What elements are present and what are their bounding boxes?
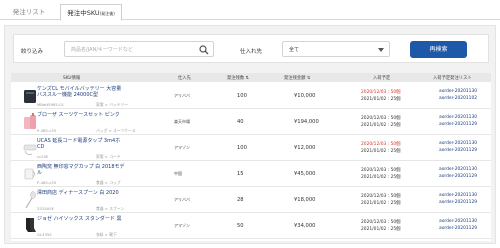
arrival-order-link-1[interactable]: aorder-20201130	[439, 219, 477, 224]
product-name-link[interactable]: UCAS 延長コード電源タップ 3m4ホCD	[37, 138, 127, 150]
arrival-date-2: 2021/01/02 : 25個	[361, 175, 401, 180]
arrival-order-link-1[interactable]: aorder-20201130	[439, 115, 477, 120]
product-code: cc25E	[37, 154, 49, 159]
arrival-order-link-1[interactable]: aorder-20201130	[439, 193, 477, 198]
arrival-date-1: 2020/12/03 : 50個	[361, 90, 401, 95]
remaining-amount-cell: ¥12,000	[294, 145, 316, 151]
arrival-order-link-1[interactable]: aorder-20201130	[439, 167, 477, 172]
sku-table: SKU情報 仕入先 発注残数 ⇅ 発注残金額 ⇅ 入荷予定 入荷予定発注リスト …	[11, 73, 491, 241]
search-input[interactable]: 商品名/JAN/キーワードなど	[64, 41, 214, 57]
product-thumbnail	[23, 138, 37, 158]
header-supplier[interactable]: 仕入先	[178, 75, 191, 81]
supplier-label: 仕入れ先	[240, 49, 263, 55]
product-category: 食器 > コップ	[96, 180, 121, 185]
arrival-date-2: 2021/01/02 : 25個	[361, 227, 401, 232]
table-row[interactable]: ジョゼ ハイソックス スタンダード 黒 GL3355 衣料 > 靴下 アマゾン 50 ¥3…	[11, 213, 491, 239]
remaining-amount-cell: ¥18,000	[294, 197, 316, 203]
remaining-count-cell: 40	[237, 119, 244, 125]
remaining-count-cell: 100	[237, 145, 247, 151]
remaining-count-cell: 50	[237, 223, 244, 229]
product-thumbnail	[23, 164, 37, 184]
product-category: 衣料 > 靴下	[96, 232, 117, 237]
arrival-date-1: 2020/12/03 : 50個	[361, 194, 401, 199]
supplier-cell: アリババ	[174, 197, 190, 202]
product-category: 食器 > スプーン	[96, 206, 125, 211]
table-row[interactable]: UCAS 延長コード電源タップ 3m4ホCD cc25E 家電 > コード アマゾン 1…	[11, 135, 491, 161]
product-code: P-485-c35	[37, 128, 57, 133]
main-panel: 絞り込み 商品名/JAN/キーワードなど 仕入れ先 全て 再検索 SKU情報 仕…	[4, 25, 496, 244]
remaining-amount-cell: ¥45,000	[294, 171, 316, 177]
arrival-order-link-1[interactable]: aorder-20201130	[439, 89, 477, 94]
chevron-down-icon	[378, 48, 384, 52]
tab-ordering-sku[interactable]: 発注中SKU(発注後)	[60, 4, 122, 21]
header-sku-info[interactable]: SKU情報	[63, 75, 80, 81]
arrival-date-2: 2021/01/02 : 25個	[361, 149, 401, 154]
arrival-order-link-2[interactable]: aorder-20201102	[439, 96, 477, 101]
product-code: GL3355	[37, 232, 52, 237]
tab-ordering-sku-label: 発注中SKU	[67, 9, 100, 17]
header-remaining-count[interactable]: 発注残数 ⇅	[227, 75, 249, 81]
header-arrival-order-list[interactable]: 入荷予定発注リスト	[433, 75, 472, 81]
arrival-date-1: 2020/12/03 : 50個	[361, 142, 401, 147]
product-name-link[interactable]: 澤田商店 ディナースプーン 白 2020	[37, 190, 127, 196]
tab-order-list-label: 発注リスト	[12, 8, 46, 16]
product-code: 2525A5E	[37, 206, 55, 211]
arrival-date-2: 2021/01/02 : 25個	[361, 201, 401, 206]
arrival-order-link-2[interactable]: aorder-20201129	[439, 226, 477, 231]
remaining-count-cell: 28	[237, 197, 244, 203]
product-code: P-485-c35	[37, 180, 57, 185]
product-thumbnail	[23, 86, 37, 106]
product-category: 家電 > バッテリー	[96, 102, 129, 107]
remaining-count-cell: 15	[237, 171, 244, 177]
remaining-amount-cell: ¥10,000	[294, 93, 316, 99]
arrival-date-2: 2021/01/02 : 25個	[361, 123, 401, 128]
table-row[interactable]: ケンズCL モバイルバッテリー 大容量 バススルー機能 24000C型 MBatt…	[11, 83, 491, 109]
product-name-link[interactable]: ケンズCL モバイルバッテリー 大容量 バススルー機能 24000C型	[37, 86, 127, 98]
supplier-cell: 楽天市場	[174, 119, 190, 124]
filter-label: 絞り込み	[21, 49, 44, 55]
arrival-date-1: 2020/12/03 : 50個	[361, 116, 401, 121]
table-row[interactable]: ブローザ スーツケースセット ピンク P-485-c35 バッグ > スーツケース 楽…	[11, 109, 491, 135]
remaining-count-cell: 100	[237, 93, 247, 99]
product-thumbnail	[23, 112, 37, 132]
supplier-cell: アリババ	[174, 93, 190, 98]
arrival-date-1: 2020/12/03 : 50個	[361, 220, 401, 225]
arrival-date-2: 2021/01/02 : 25個	[361, 97, 401, 102]
header-arrival-date[interactable]: 入荷予定	[373, 75, 390, 81]
arrival-order-link-2[interactable]: aorder-20201129	[439, 174, 477, 179]
arrival-order-link-2[interactable]: aorder-20201129	[439, 148, 477, 153]
supplier-cell: 中国	[174, 171, 182, 176]
product-thumbnail	[23, 190, 37, 210]
product-category: 家電 > コード	[96, 154, 121, 159]
product-category: バッグ > スーツケース	[96, 128, 136, 133]
arrival-order-link-2[interactable]: aorder-20201129	[439, 122, 477, 127]
table-header: SKU情報 仕入先 発注残数 ⇅ 発注残金額 ⇅ 入荷予定 入荷予定発注リスト	[11, 73, 491, 82]
search-placeholder: 商品名/JAN/キーワードなど	[71, 47, 133, 53]
arrival-order-link-2[interactable]: aorder-20201129	[439, 200, 477, 205]
tab-ordering-sku-sub: (発注後)	[99, 11, 115, 16]
product-name-link[interactable]: 西陶窯 無印窓マグカップ 白 2018モデル	[37, 164, 127, 176]
tab-bar: 発注リスト 発注中SKU(発注後)	[0, 0, 500, 21]
filter-bar: 絞り込み 商品名/JAN/キーワードなど 仕入れ先 全て 再検索	[13, 34, 489, 63]
table-row[interactable]: 澤田商店 ディナースプーン 白 2020 2525A5E 食器 > スプーン アリババ…	[11, 187, 491, 213]
arrival-date-1: 2020/12/03 : 50個	[361, 168, 401, 173]
supplier-select[interactable]: 全て	[282, 41, 390, 57]
remaining-amount-cell: ¥34,000	[294, 223, 316, 229]
remaining-amount-cell: ¥194,000	[294, 119, 319, 125]
header-remaining-amount[interactable]: 発注残金額 ⇅	[284, 75, 310, 81]
arrival-order-link-1[interactable]: aorder-20201130	[439, 141, 477, 146]
table-row[interactable]: 西陶窯 無印窓マグカップ 白 2018モデル P-485-c35 食器 > コップ 中…	[11, 161, 491, 187]
research-button[interactable]: 再検索	[410, 41, 467, 58]
product-code: MBatt5985-01	[37, 102, 65, 107]
tab-order-list[interactable]: 発注リスト	[2, 4, 56, 20]
supplier-cell: アマゾン	[174, 223, 190, 228]
search-icon[interactable]	[199, 45, 209, 55]
supplier-cell: アマゾン	[174, 145, 190, 150]
product-name-link[interactable]: ブローザ スーツケースセット ピンク	[37, 112, 127, 118]
product-thumbnail	[23, 216, 37, 236]
supplier-select-value: 全て	[289, 47, 300, 53]
product-name-link[interactable]: ジョゼ ハイソックス スタンダード 黒	[37, 216, 127, 222]
